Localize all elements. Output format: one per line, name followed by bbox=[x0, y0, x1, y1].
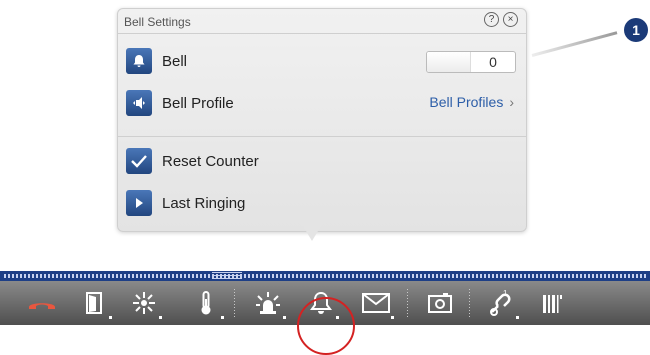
bell-highlight-circle bbox=[297, 297, 355, 355]
link-icon[interactable]: 1 bbox=[477, 281, 525, 325]
reset-counter-label: Reset Counter bbox=[162, 152, 259, 170]
bell-icon bbox=[126, 48, 152, 74]
group-divider bbox=[118, 136, 526, 137]
toolbar-separator bbox=[407, 289, 408, 317]
drag-grip-icon[interactable] bbox=[212, 272, 242, 280]
bell-label: Bell bbox=[162, 52, 188, 70]
header-divider bbox=[118, 33, 526, 34]
last-ringing-row[interactable]: Last Ringing bbox=[118, 185, 526, 221]
bell-settings-popup: Bell Settings ? × Bell 0 Bell Profile Be… bbox=[117, 8, 527, 232]
toolbar-handle-strip[interactable] bbox=[0, 271, 650, 281]
svg-text:1: 1 bbox=[503, 290, 508, 298]
checkmark-icon bbox=[126, 148, 152, 174]
toolbar-separator bbox=[469, 289, 470, 317]
reset-counter-row[interactable]: Reset Counter bbox=[118, 143, 526, 179]
bell-profiles-link[interactable]: Bell Profiles › bbox=[429, 94, 514, 110]
thermometer-icon[interactable] bbox=[182, 281, 230, 325]
bell-profile-row[interactable]: Bell Profile Bell Profiles › bbox=[118, 85, 526, 121]
close-icon[interactable]: × bbox=[503, 12, 518, 27]
callout-leader-line bbox=[531, 31, 618, 57]
last-ringing-label: Last Ringing bbox=[162, 194, 246, 212]
bell-counter-field[interactable]: 0 bbox=[426, 51, 516, 73]
bell-profiles-link-text: Bell Profiles bbox=[429, 94, 504, 110]
door-icon[interactable] bbox=[70, 281, 118, 325]
play-icon bbox=[126, 190, 152, 216]
alarm-light-icon[interactable] bbox=[244, 281, 292, 325]
callout-number-badge: 1 bbox=[624, 18, 648, 42]
popup-title: Bell Settings bbox=[124, 15, 191, 29]
hang-up-icon[interactable] bbox=[18, 281, 66, 325]
chevron-right-icon: › bbox=[509, 94, 514, 110]
toolbar-separator bbox=[234, 289, 235, 317]
bell-row: Bell 0 bbox=[118, 43, 526, 79]
speaker-arrows-icon bbox=[126, 90, 152, 116]
bell-profile-label: Bell Profile bbox=[162, 94, 234, 112]
popup-pointer bbox=[300, 221, 324, 241]
help-icon[interactable]: ? bbox=[484, 12, 499, 27]
brightness-icon[interactable] bbox=[120, 281, 168, 325]
mail-icon[interactable] bbox=[352, 281, 400, 325]
barcode-icon[interactable] bbox=[529, 281, 577, 325]
camera-icon[interactable] bbox=[416, 281, 464, 325]
bell-counter-value: 0 bbox=[489, 54, 497, 70]
